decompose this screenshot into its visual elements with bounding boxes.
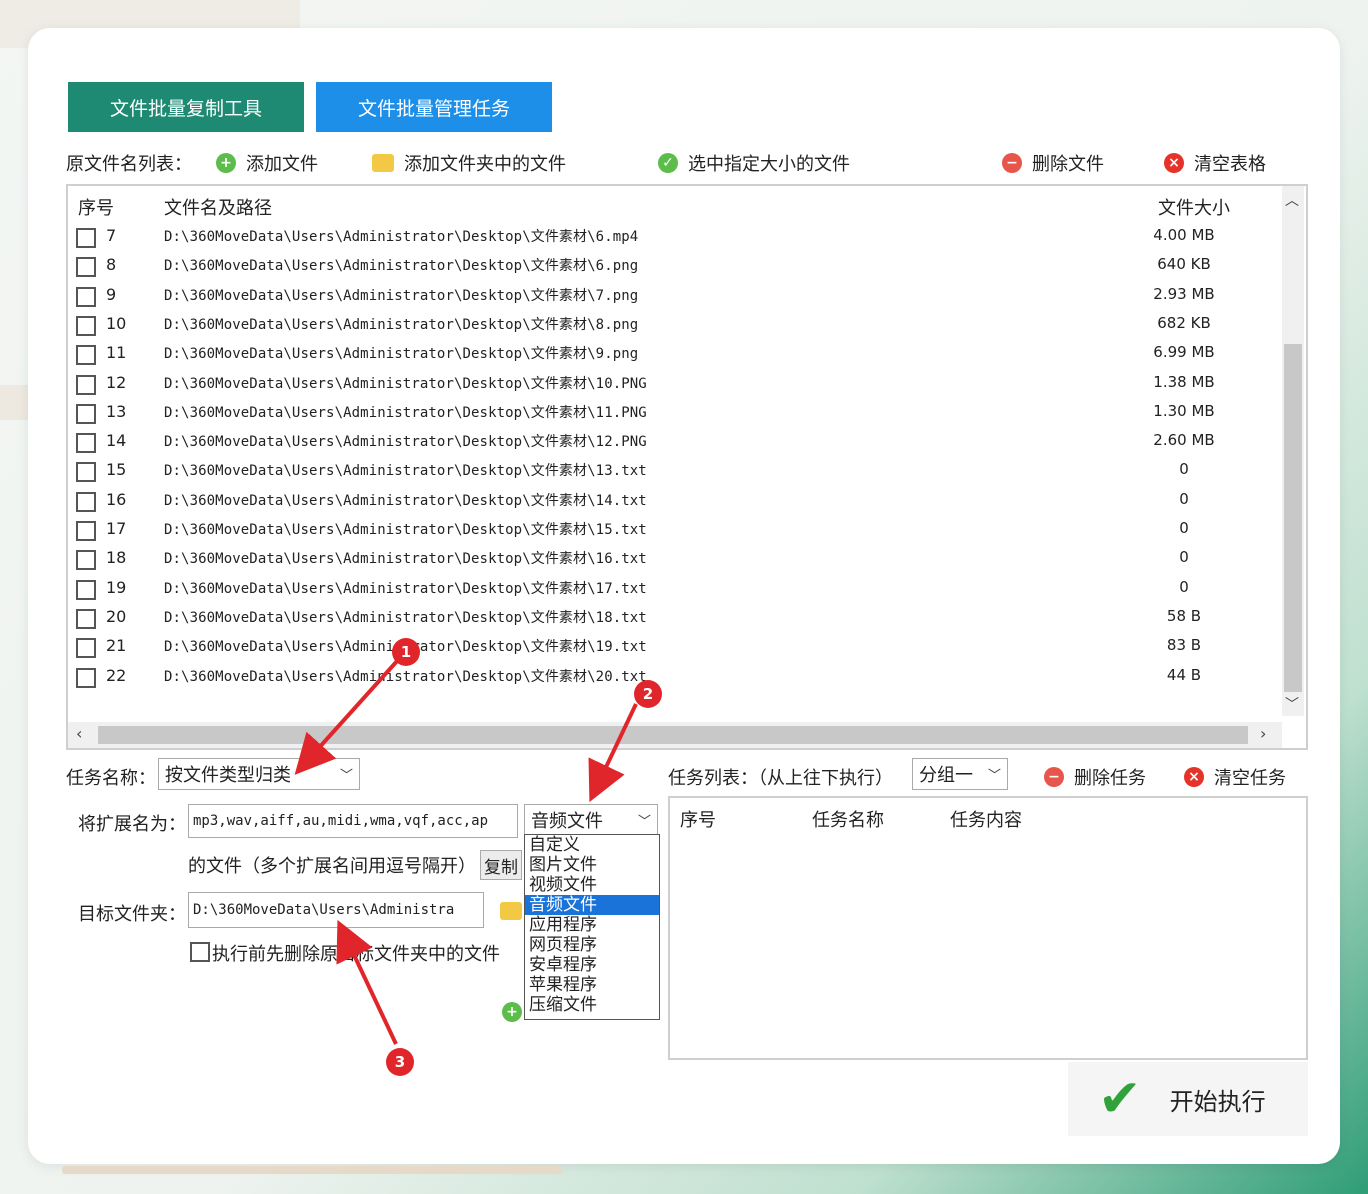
annotation-arrow-1 [294,658,400,775]
annotation-badge-3: 3 [386,1048,414,1076]
annotation-arrows [294,658,638,1045]
card-bottom-accent [62,1166,562,1174]
app-window: 文件批量复制工具 文件批量管理任务 原文件名列表： + 添加文件 添加文件夹中的… [64,62,1310,1142]
annotation-arrow-3 [336,919,398,1045]
annotation-badge-2: 2 [634,680,662,708]
annotation-badge-1: 1 [392,638,420,666]
background-strip [0,385,30,420]
annotation-arrow-2 [588,703,638,803]
